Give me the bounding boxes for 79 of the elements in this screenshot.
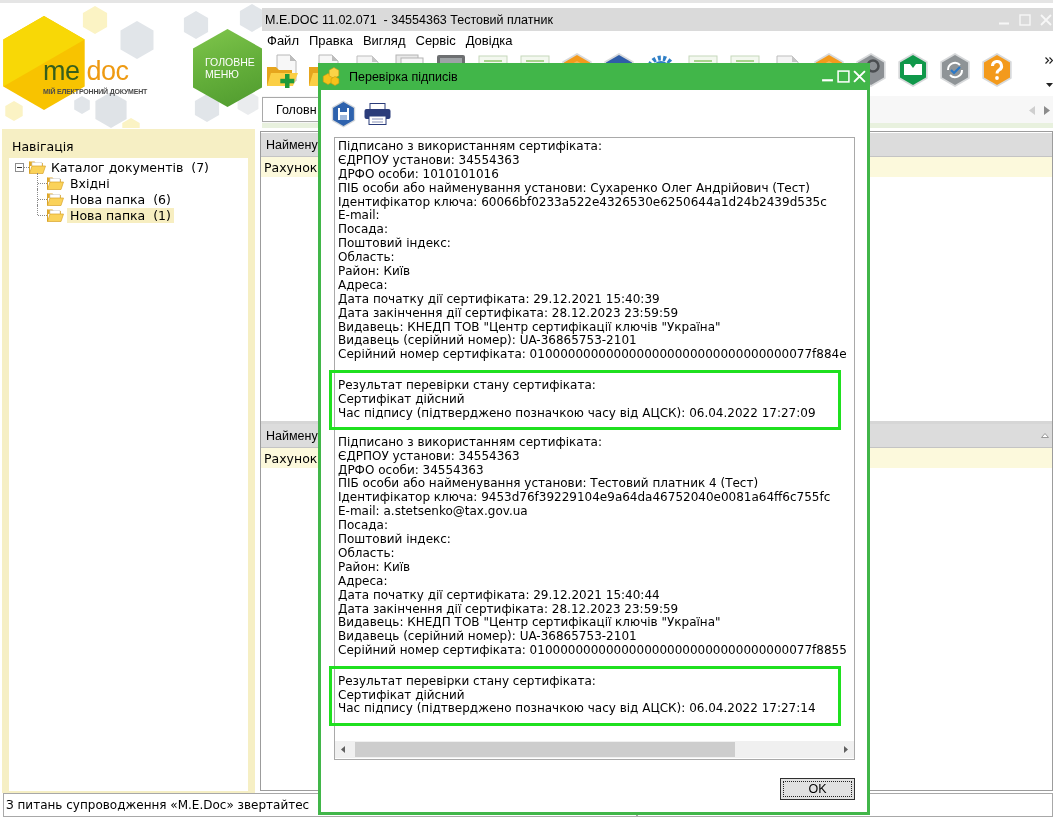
window-title: M.E.DOC 11.02.071 - 34554363 Тестовий платник [265, 12, 554, 27]
certificate-detail-text: Підписано з використанням сертифіката: [338, 140, 603, 154]
certificate-detail-text: Видавець: КНЕДП ТОВ "Центр сертифікації ключів "Україна" [338, 616, 722, 630]
overflow-chevron-icon[interactable] [1045, 57, 1053, 64]
verification-result-text: Сертифікат дійсний [338, 392, 465, 407]
certificate-detail-text: Дата закінчення дії сертифіката: 28.12.2023 23:59:59 [338, 602, 680, 617]
dialog-title: Перевірка підписів [349, 69, 459, 84]
certificate-detail-text: Дата початку дії сертифіката: 29.12.2021 15:40:39 [338, 292, 661, 307]
certificate-detail-text: Адреса: [338, 278, 389, 293]
folder-icon [47, 192, 64, 206]
hexagons-icon [322, 67, 341, 86]
menu-item[interactable]: Сервіс [410, 33, 461, 48]
dropdown-arrow-icon[interactable] [1046, 83, 1053, 87]
document-icon[interactable] [728, 52, 762, 63]
folder-icon [47, 176, 64, 190]
certificate-detail-text: Видавець (серійний номер): UA-36865753-2101 [338, 334, 638, 348]
tree-item[interactable]: Вхідні [67, 175, 113, 191]
document-icon[interactable] [476, 52, 510, 63]
certificate-detail-text: Область: [338, 251, 396, 265]
panel-title: Навігація [11, 138, 75, 156]
menu-item[interactable]: Правка [303, 33, 358, 48]
certificate-detail-text: Видавець: КНЕДП ТОВ "Центр сертифікації ключів "Україна" [338, 320, 722, 335]
tree-item[interactable]: Каталог документів (7) [48, 159, 212, 175]
certificate-detail-text: Посада: [338, 223, 389, 237]
printer-icon[interactable] [364, 102, 391, 125]
collapse-icon[interactable] [15, 162, 24, 172]
certificate-detail-text: Поштовий індекс: [338, 237, 452, 251]
certificate-detail-text: Посада: [338, 519, 389, 533]
tree-item[interactable]: Нова папка (6) [67, 191, 174, 207]
column-header[interactable]: Наймену [261, 137, 318, 152]
certificate-detail-text: ЄДРПОУ установи: 34554363 [338, 449, 520, 464]
folder-plus-icon[interactable] [266, 52, 300, 88]
document-icon[interactable] [518, 52, 552, 63]
certificate-detail-text: Серійний номер сертифіката: 0100000000000000000000000000000000077f884e [338, 348, 848, 363]
certificate-detail-text: ПІБ особи або найменування установи: Тестовий платник 4 (Тест) [338, 477, 760, 491]
column-header[interactable]: Наймену [261, 428, 318, 443]
sync-check-icon[interactable] [938, 52, 972, 88]
certificate-detail-text: ПІБ особи або найменування установи: Сухаренко Олег Андрійович (Тест) [338, 181, 811, 196]
certificate-detail-text: Адреса: [338, 574, 389, 589]
certificate-detail-text: Серійний номер сертифіката: 0100000000000000000000000000000000077f8855 [338, 644, 848, 659]
logo-wordmark: me doc [43, 56, 129, 86]
certificate-detail-text: Видавець (серійний номер): UA-36865753-2101 [338, 630, 638, 644]
certificate-detail-text: Район: Київ [338, 265, 412, 279]
tree-item[interactable]: Нова папка (1) [67, 207, 174, 223]
certificate-detail-text: Ідентифікатор ключа: 60066bf0233a522e4326530e6250644a1d24b2439d535c [338, 195, 828, 210]
verification-result-text: Результат перевірки стану сертифіката: [338, 674, 597, 689]
close-icon[interactable] [1040, 13, 1052, 26]
help-icon[interactable] [980, 52, 1014, 88]
verification-result-text: Час підпису (підтверджено позначкою часу від АЦСК): 06.04.2022 17:27:09 [338, 406, 817, 421]
certificate-detail-text: E-mail: a.stetsenko@tax.gov.ua [338, 505, 529, 520]
scrollbar-thumb[interactable] [355, 742, 735, 757]
verification-result-text: Результат перевірки стану сертифіката: [338, 378, 597, 393]
certificate-detail-text: Дата початку дії сертифіката: 29.12.2021 15:40:44 [338, 588, 661, 603]
certificate-detail-text: E-mail: [338, 209, 380, 224]
sort-arrow-icon[interactable] [1041, 433, 1049, 438]
save-icon[interactable] [331, 99, 356, 128]
certificate-detail-text: ДРФО особи: 1010101016 [338, 167, 500, 182]
certificate-detail-text: Підписано з використанням сертифіката: [338, 435, 603, 450]
ok-button[interactable]: OK [780, 778, 855, 800]
certificate-detail-text: Поштовий індекс: [338, 533, 452, 547]
certificate-detail-text: Район: Київ [338, 560, 412, 575]
certificate-detail-text: Ідентифікатор ключа: 9453d76f39229104e9a64da46752040e0081a64ff6c755fc [338, 491, 832, 505]
verification-result-text: Час підпису (підтверджено позначкою часу від АЦСК): 06.04.2022 17:27:14 [338, 702, 817, 717]
document-icon[interactable] [686, 52, 720, 63]
menu-item[interactable]: Файл [262, 33, 304, 48]
menu-item[interactable]: Вигляд [357, 33, 411, 48]
status-text: З питань супроводження «M.E.Doc» звертайтес [6, 798, 310, 812]
folder-icon [47, 208, 64, 222]
verification-result-text: Сертифікат дійсний [338, 688, 465, 702]
certificate-detail-text: Дата закінчення дії сертифіката: 28.12.2023 23:59:59 [338, 306, 680, 321]
table-cell-text: Рахунок [263, 159, 318, 175]
tray-icon[interactable] [896, 52, 930, 88]
certificate-detail-text: Область: [338, 546, 396, 561]
scroll-right-icon[interactable] [1044, 106, 1050, 115]
certificate-detail-text: ЄДРПОУ установи: 34554363 [338, 153, 520, 168]
table-cell-text: Рахунок [263, 450, 318, 466]
horizontal-scrollbar[interactable] [335, 741, 854, 758]
certificate-detail-text: ДРФО особи: 34554363 [338, 463, 485, 477]
menu-item[interactable]: Довідка [460, 33, 518, 48]
